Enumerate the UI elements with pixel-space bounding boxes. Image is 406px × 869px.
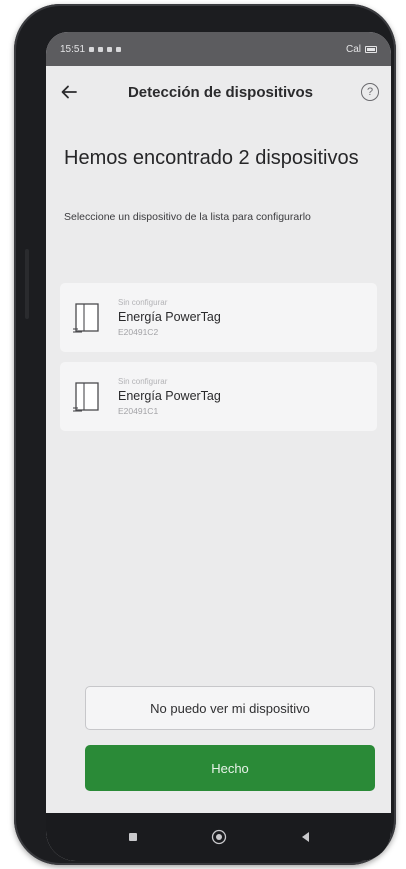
- results-heading: Hemos encontrado 2 dispositivos: [64, 147, 359, 169]
- status-bar: 15:51 Cal: [46, 32, 391, 66]
- device-status: Sin configurar: [118, 298, 168, 307]
- device-card[interactable]: Sin configurar Energía PowerTag E20491C2: [60, 283, 377, 352]
- notification-icon: [116, 46, 122, 52]
- help-icon[interactable]: ?: [361, 83, 379, 101]
- notification-icon: [107, 46, 113, 52]
- notification-icon: [98, 46, 104, 52]
- cant-see-device-button[interactable]: No puedo ver mi dispositivo: [85, 686, 375, 730]
- status-time: 15:51: [60, 43, 86, 55]
- status-right-text: Cal: [345, 43, 361, 55]
- app-screen: 15:51 Cal Detección de dispositivos ? He…: [46, 32, 391, 861]
- device-id: E20491C1: [118, 406, 159, 416]
- device-list: Sin configurar Energía PowerTag E20491C2…: [60, 283, 377, 441]
- status-left: 15:51: [60, 43, 122, 55]
- results-subheading: Seleccione un dispositivo de la lista pa…: [64, 211, 311, 223]
- device-name: Energía PowerTag: [118, 389, 221, 403]
- battery-icon: [365, 45, 377, 53]
- phone-frame: 15:51 Cal Detección de dispositivos ? He…: [14, 4, 396, 865]
- phone-side-button: [25, 249, 29, 319]
- powertag-device-icon: [73, 302, 99, 333]
- recents-icon[interactable]: [122, 826, 144, 848]
- home-icon[interactable]: [208, 826, 230, 848]
- device-text: Sin configurar Energía PowerTag E20491C1: [118, 376, 221, 417]
- app-bar: Detección de dispositivos ?: [46, 66, 391, 118]
- back-nav-icon[interactable]: [294, 826, 316, 848]
- device-id: E20491C2: [118, 327, 159, 337]
- notification-icon: [89, 46, 95, 52]
- page-title: Detección de dispositivos: [127, 83, 314, 101]
- done-button[interactable]: Hecho: [85, 745, 375, 791]
- device-name: Energía PowerTag: [118, 310, 221, 324]
- powertag-device-icon: [73, 381, 99, 412]
- system-nav-bar: [46, 813, 391, 861]
- device-card[interactable]: Sin configurar Energía PowerTag E20491C1: [60, 362, 377, 431]
- device-text: Sin configurar Energía PowerTag E20491C2: [118, 297, 221, 338]
- arrow-left-icon[interactable]: [58, 81, 80, 103]
- device-status: Sin configurar: [118, 377, 168, 386]
- status-right: Cal: [346, 44, 377, 55]
